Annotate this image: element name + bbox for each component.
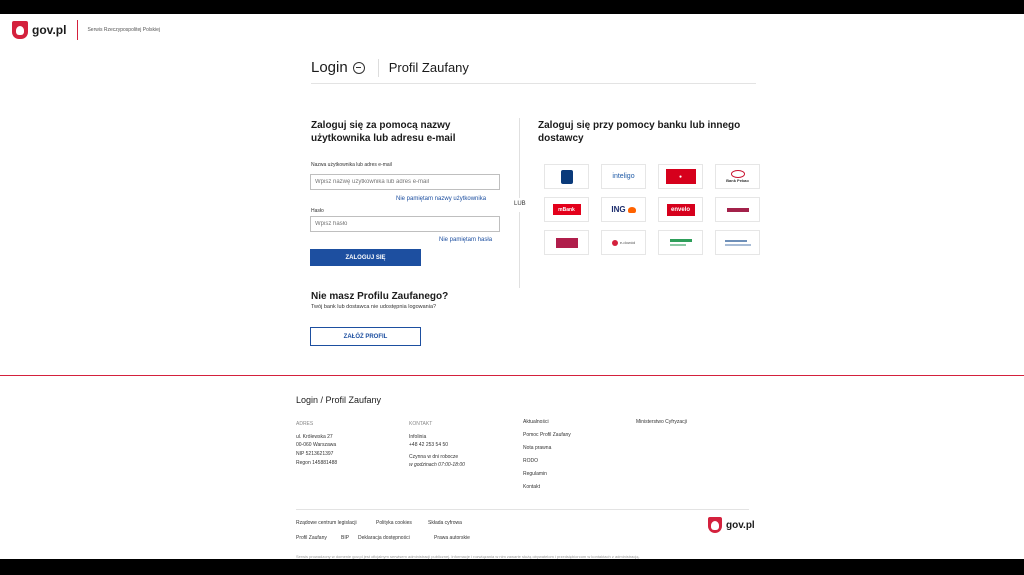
site-header: gov.pl Serwis Rzeczypospolitej Polskiej xyxy=(0,14,1024,46)
mbank-logo-icon: mBank xyxy=(552,204,581,215)
footer-divider xyxy=(296,509,749,510)
e-dowod-logo-text: e-dowód xyxy=(619,240,636,245)
bos-logo-icon xyxy=(669,239,692,246)
bank-tile-e-dowod[interactable]: e-dowód xyxy=(601,230,646,255)
password-input[interactable] xyxy=(310,216,500,232)
footer-brand: gov.pl xyxy=(726,519,755,531)
footer-link-legal[interactable]: Nota prawna xyxy=(523,445,551,451)
bank-login-heading: Zaloguj się przy pomocy banku lub innego… xyxy=(538,120,741,144)
bank-tile-inteligo[interactable]: inteligo xyxy=(601,164,646,189)
santander-logo-icon: ● xyxy=(665,169,696,184)
inteligo-logo-icon: inteligo xyxy=(612,173,635,180)
footer-address-header: ADRES xyxy=(296,421,314,427)
footer-link-contact[interactable]: Kontakt xyxy=(523,484,540,490)
footer-title: Login / Profil Zaufany xyxy=(296,395,382,405)
login-title: Login xyxy=(311,59,348,76)
footer-bottom-link[interactable]: Profil Zaufany xyxy=(296,535,327,541)
envelo-logo-icon: envelo xyxy=(666,203,695,216)
footer-link-news[interactable]: Aktualności xyxy=(523,419,549,425)
or-label: LUB xyxy=(514,200,526,208)
footer-contact-line: Infolinia xyxy=(409,434,427,440)
login-arrow-icon xyxy=(352,61,365,74)
pekao-logo-icon xyxy=(730,170,745,178)
column-divider-top xyxy=(519,118,520,198)
header-divider xyxy=(77,20,79,40)
footer-address-line: Regon 145881488 xyxy=(296,460,338,466)
footer-address-line: 00-060 Warszawa xyxy=(296,442,337,448)
bank-tile-bos[interactable] xyxy=(658,230,703,255)
bank-tile-pko[interactable] xyxy=(544,164,589,189)
credit-agricole-logo-icon xyxy=(726,207,749,212)
gov-eagle-icon[interactable] xyxy=(12,21,28,39)
gov-brand-link[interactable]: gov.pl xyxy=(32,23,66,37)
footer-link-rodo[interactable]: RODO xyxy=(523,458,538,464)
gov-eagle-icon xyxy=(708,517,722,533)
create-profile-button[interactable]: ZAŁÓŻ PROFIL xyxy=(310,327,421,346)
footer-link-ministry[interactable]: Ministerstwo Cyfryzacji xyxy=(636,419,687,425)
footer-address-line: NIP 5213621397 xyxy=(296,451,334,457)
bank-tile-millennium[interactable] xyxy=(544,230,589,255)
footer-bottom-link[interactable]: BIP xyxy=(341,535,349,541)
page: gov.pl Serwis Rzeczypospolitej Polskiej … xyxy=(0,14,1024,559)
bank-tile-mbank[interactable]: mBank xyxy=(544,197,589,222)
footer-link-terms[interactable]: Regulamin xyxy=(523,471,547,477)
footer-contact-phone[interactable]: +48 42 253 54 50 xyxy=(409,442,448,448)
title-row: Login Profil Zaufany xyxy=(311,52,756,84)
password-label: Hasło xyxy=(311,208,324,214)
other-provider-logo-icon xyxy=(724,239,751,246)
bank-tile-ing[interactable]: ING xyxy=(601,197,646,222)
pekao-logo-text: Bank Pekao xyxy=(726,178,749,183)
bank-tile-santander[interactable]: ● xyxy=(658,164,703,189)
footer-gov-logo[interactable]: gov.pl xyxy=(708,517,755,533)
ing-lion-icon xyxy=(627,206,636,213)
footer-bottom-link[interactable]: Rządowe centrum legislacji xyxy=(296,520,357,526)
profil-zaufany-title: Profil Zaufany xyxy=(388,60,469,75)
login-button[interactable]: ZALOGUJ SIĘ xyxy=(310,249,421,266)
e-dowod-logo-icon xyxy=(611,239,618,246)
footer-contact-line: w godzinach 07:00-18:00 xyxy=(409,462,465,468)
footer-bottom-link[interactable]: Polityka cookies xyxy=(376,520,412,526)
footer-fine-print: Serwis prowadzony w domenie gov.pl jest … xyxy=(296,554,640,559)
bank-tiles-grid: inteligo ● Bank Pekao mBank ING envelo e… xyxy=(544,164,760,255)
service-label: Serwis Rzeczypospolitej Polskiej xyxy=(87,27,160,33)
bank-tile-envelo[interactable]: envelo xyxy=(658,197,703,222)
forgot-password-link[interactable]: Nie pamiętam hasła xyxy=(439,237,492,243)
no-profile-heading: Nie masz Profilu Zaufanego? xyxy=(311,291,449,302)
no-profile-subtext: Twój bank lub dostawca nie udostępnia lo… xyxy=(311,304,437,310)
username-label: Nazwa użytkownika lub adres e-mail xyxy=(311,162,392,168)
bank-tile-credit-agricole[interactable] xyxy=(715,197,760,222)
pko-logo-icon xyxy=(560,169,573,184)
footer-address-line: ul. Królewska 27 xyxy=(296,434,333,440)
title-divider xyxy=(377,58,379,77)
bank-tile-other-provider[interactable] xyxy=(715,230,760,255)
footer-contact-header: KONTAKT xyxy=(409,421,433,427)
column-divider-bottom xyxy=(519,212,520,288)
footer-link-help[interactable]: Pomoc Profil Zaufany xyxy=(523,432,571,438)
forgot-username-link[interactable]: Nie pamiętam nazwy użytkownika xyxy=(396,196,486,202)
footer-contact-line: Czynna w dni robocze xyxy=(409,454,459,460)
footer-bottom-link[interactable]: Składa cyfrowa xyxy=(428,520,462,526)
footer-bottom-link[interactable]: Deklaracja dostępności xyxy=(358,535,410,541)
username-input[interactable] xyxy=(310,174,500,190)
site-footer: Login / Profil Zaufany ADRES ul. Królews… xyxy=(0,376,1024,559)
login-form-heading: Zaloguj się za pomocą nazwy użytkownika … xyxy=(311,120,456,144)
footer-bottom-link[interactable]: Prawa autorskie xyxy=(434,535,470,541)
millennium-logo-icon xyxy=(555,237,578,248)
bank-tile-pekao[interactable]: Bank Pekao xyxy=(715,164,760,189)
ing-logo-icon: ING xyxy=(611,205,626,214)
